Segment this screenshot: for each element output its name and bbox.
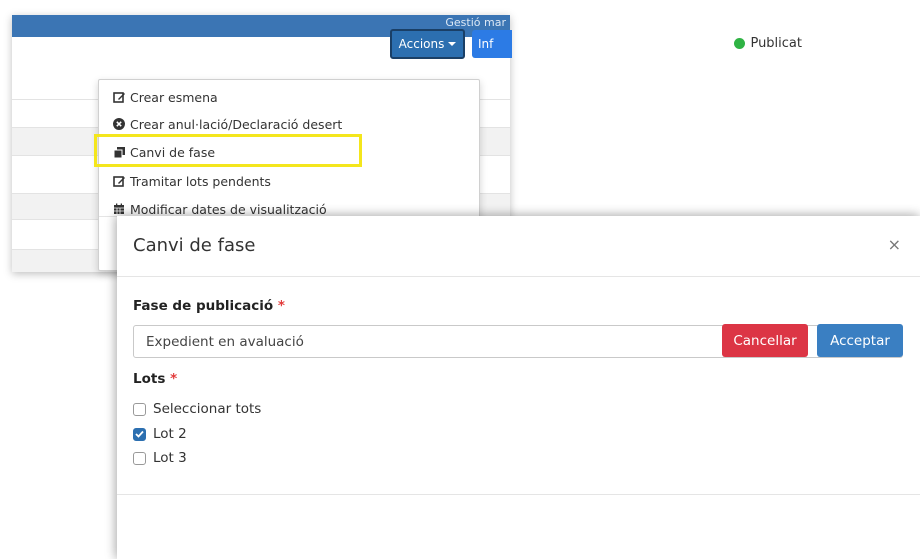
menu-item-label: Modificar dates de visualització bbox=[130, 201, 327, 217]
status-label: Publicat bbox=[750, 36, 802, 51]
modal-title: Canvi de fase bbox=[133, 235, 256, 256]
phase-change-modal: Canvi de fase × Fase de publicació * Exp… bbox=[117, 216, 920, 559]
actions-button[interactable]: Accions bbox=[390, 29, 465, 59]
cancel-button[interactable]: Cancellar bbox=[722, 324, 808, 357]
status-badge: Publicat bbox=[734, 36, 802, 51]
checkbox-lot-2[interactable]: Lot 2 bbox=[133, 426, 187, 442]
checkbox-lot-3[interactable]: Lot 3 bbox=[133, 450, 187, 466]
caret-down-icon bbox=[448, 42, 457, 46]
checkbox-checked[interactable] bbox=[133, 427, 146, 441]
actions-button-label: Accions bbox=[398, 37, 445, 51]
menu-item-crear-anullacio[interactable]: Crear anul·lació/Declaració desert bbox=[112, 113, 342, 135]
times-circle-icon bbox=[112, 117, 126, 131]
edit-icon bbox=[112, 174, 126, 188]
phase-field-label: Fase de publicació * bbox=[133, 298, 285, 314]
checkbox[interactable] bbox=[133, 402, 146, 416]
info-button[interactable]: Inf bbox=[472, 30, 512, 58]
info-button-label: Inf bbox=[478, 37, 494, 51]
menu-item-label: Tramitar lots pendents bbox=[130, 173, 271, 189]
check-icon bbox=[135, 430, 144, 438]
checkbox-label: Lot 2 bbox=[153, 426, 187, 442]
calendar-icon bbox=[112, 202, 126, 216]
checkbox-label: Lot 3 bbox=[153, 450, 187, 466]
modal-header: Canvi de fase × bbox=[117, 216, 920, 277]
accept-button[interactable]: Acceptar bbox=[817, 324, 903, 357]
required-mark: * bbox=[170, 371, 178, 387]
required-mark: * bbox=[277, 298, 285, 314]
checkbox-label: Seleccionar tots bbox=[153, 401, 262, 417]
checkbox[interactable] bbox=[133, 451, 146, 465]
menu-item-tramitar-lots[interactable]: Tramitar lots pendents bbox=[112, 170, 271, 192]
modal-footer bbox=[117, 494, 920, 495]
menu-item-crear-esmena[interactable]: Crear esmena bbox=[112, 86, 218, 108]
lots-label-text: Lots bbox=[133, 371, 166, 387]
lots-field-label: Lots * bbox=[133, 371, 177, 387]
edit-icon bbox=[112, 90, 126, 104]
menu-item-label: Crear anul·lació/Declaració desert bbox=[130, 116, 343, 132]
status-dot-icon bbox=[734, 38, 746, 49]
checkbox-select-all[interactable]: Seleccionar tots bbox=[133, 401, 261, 417]
phase-label-text: Fase de publicació bbox=[133, 298, 274, 314]
phase-select-value: Expedient en avaluació bbox=[146, 333, 304, 350]
close-icon[interactable]: × bbox=[888, 235, 901, 254]
menu-item-label: Crear esmena bbox=[130, 89, 218, 105]
top-bar-text: Gestió mar bbox=[445, 16, 506, 29]
highlight-box bbox=[94, 134, 362, 167]
